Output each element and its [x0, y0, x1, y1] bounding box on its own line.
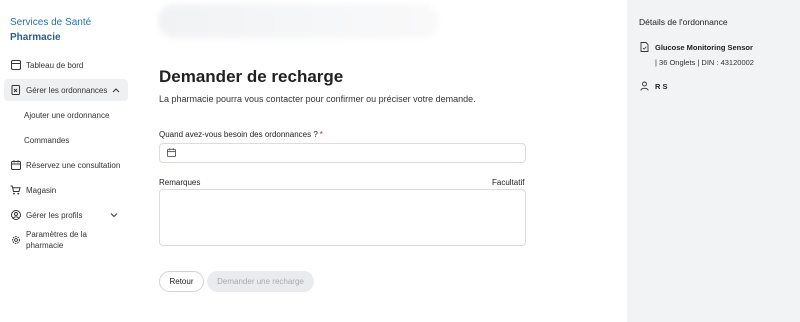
- gear-icon: [10, 234, 21, 245]
- chevron-down-icon[interactable]: [110, 211, 118, 220]
- sidebar-item-book-consultation[interactable]: Réservez une consultation: [4, 154, 128, 176]
- product-row: Glucose Monitoring Sensor: [639, 42, 753, 52]
- person-icon: [639, 81, 649, 91]
- page-subtitle: La pharmacie pourra vous contacter pour …: [159, 94, 476, 104]
- request-refill-button[interactable]: Demander une recharge: [207, 271, 314, 292]
- sidebar-item-orders[interactable]: Commandes: [24, 136, 69, 145]
- remarks-label: Remarques: [159, 178, 201, 187]
- brand-subtitle[interactable]: Pharmacie: [10, 32, 61, 43]
- sidebar: Services de Santé Pharmacie Tableau de b…: [0, 0, 132, 322]
- sidebar-item-store[interactable]: Magasin: [4, 179, 128, 201]
- patient-row: R S: [639, 81, 668, 91]
- calendar-icon: [10, 160, 21, 171]
- chevron-up-icon[interactable]: [112, 86, 120, 95]
- cart-icon: [10, 185, 21, 196]
- date-question-text: Quand avez-vous besoin des ordonnances ?: [159, 130, 318, 139]
- sidebar-item-manage-orders[interactable]: Gérer les ordonnances: [4, 79, 128, 101]
- back-button[interactable]: Retour: [159, 271, 204, 292]
- sidebar-item-pharmacy-settings[interactable]: Paramètres de la pharmacie: [4, 229, 128, 251]
- patient-name: R S: [655, 81, 668, 91]
- optional-label: Facultatif: [492, 178, 525, 187]
- prescription-details-panel: Détails de l'ordonnance Glucose Monitori…: [627, 0, 800, 322]
- sidebar-item-label: Gérer les ordonnances: [26, 85, 108, 95]
- brand-title[interactable]: Services de Santé: [10, 17, 91, 28]
- date-field[interactable]: [159, 143, 526, 163]
- remarks-textarea[interactable]: [159, 189, 526, 246]
- dashboard-icon: [10, 60, 21, 71]
- sidebar-item-dashboard[interactable]: Tableau de bord: [4, 54, 128, 76]
- sidebar-item-add-order[interactable]: Ajouter une ordonnance: [24, 111, 109, 120]
- sidebar-item-label: Gérer les profils: [26, 210, 83, 220]
- product-name: Glucose Monitoring Sensor: [655, 42, 753, 52]
- sidebar-item-manage-profiles[interactable]: Gérer les profils: [4, 204, 128, 226]
- required-marker: *: [319, 130, 323, 139]
- profile-icon: [10, 210, 21, 221]
- page-title: Demander de recharge: [159, 67, 344, 86]
- sidebar-item-label: Magasin: [26, 185, 57, 195]
- date-question-label: Quand avez-vous besoin des ordonnances ?…: [159, 130, 323, 139]
- sidebar-item-label: Réservez une consultation: [26, 160, 121, 170]
- sidebar-item-label: Paramètres de la pharmacie: [26, 230, 87, 250]
- calendar-icon[interactable]: [167, 144, 176, 162]
- sidebar-item-label: Tableau de bord: [26, 60, 84, 70]
- prescription-icon: [10, 85, 21, 96]
- blurred-header: [158, 4, 438, 38]
- product-meta: | 36 Onglets | DIN : 43120002: [655, 58, 754, 67]
- document-icon: [639, 42, 649, 52]
- details-title: Détails de l'ordonnance: [639, 17, 728, 27]
